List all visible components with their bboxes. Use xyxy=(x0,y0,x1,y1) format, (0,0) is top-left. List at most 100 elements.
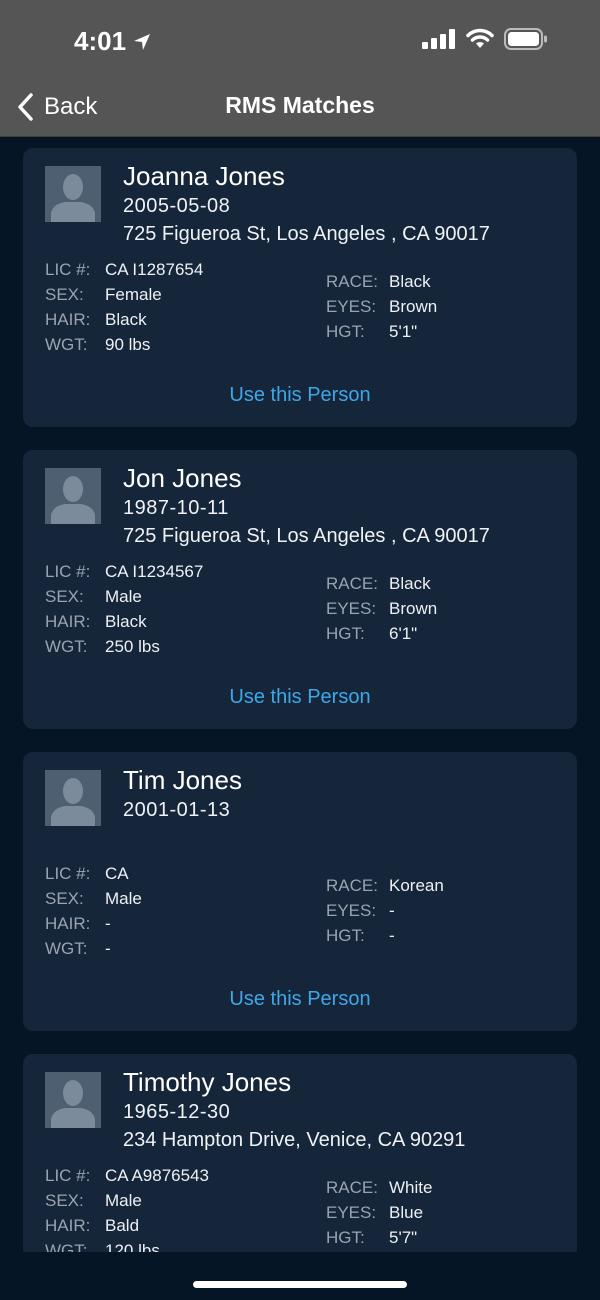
use-this-person-button[interactable]: Use this Person xyxy=(23,988,577,1011)
hair-label: HAIR: xyxy=(45,310,91,329)
race-value: Black xyxy=(389,272,431,291)
wgt-label: WGT: xyxy=(45,335,88,354)
status-icons xyxy=(422,28,548,50)
person-address: 725 Figueroa St, Los Angeles , CA 90017 xyxy=(123,223,490,245)
battery-icon xyxy=(504,28,547,50)
race-label: RACE: xyxy=(326,272,378,291)
hgt-label: HGT: xyxy=(326,926,365,945)
eyes-label: EYES: xyxy=(326,901,377,920)
hgt-label: HGT: xyxy=(326,1228,365,1247)
home-indicator[interactable] xyxy=(193,1281,407,1288)
person-name: Jon Jones xyxy=(123,463,242,493)
wgt-field: WGT: - xyxy=(45,939,111,959)
hair-field: HAIR: Black xyxy=(45,310,147,330)
race-label: RACE: xyxy=(326,1178,378,1197)
results-list[interactable]: Joanna Jones 2005-05-08 725 Figueroa St,… xyxy=(0,137,600,1252)
person-avatar-icon xyxy=(45,166,101,222)
sex-value: Male xyxy=(105,587,142,606)
person-dob: 1965-12-30 xyxy=(123,1101,231,1123)
hgt-field: HGT: 5'1" xyxy=(326,322,417,342)
person-avatar-icon xyxy=(45,770,101,826)
hair-label: HAIR: xyxy=(45,914,91,933)
hgt-label: HGT: xyxy=(326,624,365,643)
wgt-value: 250 lbs xyxy=(105,637,160,656)
hgt-field: HGT: 5'7" xyxy=(326,1228,417,1248)
hgt-value: - xyxy=(389,926,395,945)
page-title: RMS Matches xyxy=(225,92,375,118)
person-avatar-icon xyxy=(45,1072,101,1128)
eyes-field: EYES: Brown xyxy=(326,599,437,619)
hair-value: Bald xyxy=(105,1216,140,1235)
status-bar: 4:01 xyxy=(0,0,600,80)
sex-value: Male xyxy=(105,1191,142,1210)
person-avatar-icon xyxy=(45,468,101,524)
eyes-value: Brown xyxy=(389,297,438,316)
hgt-value: 5'7" xyxy=(389,1228,418,1247)
person-name: Timothy Jones xyxy=(123,1067,292,1097)
eyes-field: EYES: - xyxy=(326,901,395,921)
wgt-value: 90 lbs xyxy=(105,335,151,354)
sex-label: SEX: xyxy=(45,1191,84,1210)
person-card: Tim Jones 2001-01-13 LIC #: CA SEX: Male H… xyxy=(23,752,577,1031)
sex-value: Male xyxy=(105,889,142,908)
wgt-value: 120 lbs xyxy=(105,1241,160,1252)
status-time: 4:01 xyxy=(74,26,152,57)
hgt-value: 6'1" xyxy=(389,624,418,643)
eyes-value: - xyxy=(389,901,395,920)
sex-field: SEX: Male xyxy=(45,587,142,607)
use-this-person-button[interactable]: Use this Person xyxy=(23,686,577,709)
wgt-field: WGT: 120 lbs xyxy=(45,1241,160,1252)
lic-field: LIC #: CA A9876543 xyxy=(45,1166,209,1186)
navigation-bar: Back RMS Matches xyxy=(0,80,600,137)
hair-label: HAIR: xyxy=(45,1216,91,1235)
sex-value: Female xyxy=(105,285,162,304)
hgt-value: 5'1" xyxy=(389,322,418,341)
person-card: Joanna Jones 2005-05-08 725 Figueroa St,… xyxy=(23,148,577,427)
hair-value: Black xyxy=(105,310,147,329)
eyes-field: EYES: Brown xyxy=(326,297,437,317)
hair-field: HAIR: - xyxy=(45,914,111,934)
race-value: Black xyxy=(389,574,431,593)
race-field: RACE: White xyxy=(326,1178,432,1198)
lic-label: LIC #: xyxy=(45,1166,91,1185)
eyes-label: EYES: xyxy=(326,599,377,618)
race-label: RACE: xyxy=(326,574,378,593)
hgt-field: HGT: 6'1" xyxy=(326,624,417,644)
wifi-icon xyxy=(466,28,494,48)
wgt-label: WGT: xyxy=(45,1241,88,1252)
person-card: Jon Jones 1987-10-11 725 Figueroa St, Lo… xyxy=(23,450,577,729)
person-dob: 1987-10-11 xyxy=(123,497,229,519)
sex-field: SEX: Female xyxy=(45,285,162,305)
location-arrow-icon xyxy=(134,33,151,50)
sex-field: SEX: Male xyxy=(45,1191,142,1211)
lic-value: CA I1234567 xyxy=(105,562,204,581)
sex-label: SEX: xyxy=(45,285,84,304)
race-value: Korean xyxy=(389,876,444,895)
person-address: 725 Figueroa St, Los Angeles , CA 90017 xyxy=(123,525,490,547)
person-dob: 2005-05-08 xyxy=(123,195,231,217)
eyes-field: EYES: Blue xyxy=(326,1203,423,1223)
hair-value: Black xyxy=(105,612,147,631)
hgt-label: HGT: xyxy=(326,322,365,341)
hair-field: HAIR: Bald xyxy=(45,1216,139,1236)
hair-value: - xyxy=(105,914,111,933)
race-field: RACE: Korean xyxy=(326,876,444,896)
race-field: RACE: Black xyxy=(326,272,431,292)
eyes-label: EYES: xyxy=(326,1203,377,1222)
sex-label: SEX: xyxy=(45,587,84,606)
race-value: White xyxy=(389,1178,433,1197)
sex-field: SEX: Male xyxy=(45,889,142,909)
lic-field: LIC #: CA I1287654 xyxy=(45,260,203,280)
wgt-field: WGT: 250 lbs xyxy=(45,637,160,657)
lic-value: CA xyxy=(105,864,129,883)
wgt-value: - xyxy=(105,939,111,958)
lic-value: CA I1287654 xyxy=(105,260,204,279)
lic-field: LIC #: CA I1234567 xyxy=(45,562,203,582)
lic-label: LIC #: xyxy=(45,562,91,581)
race-field: RACE: Black xyxy=(326,574,431,594)
use-this-person-button[interactable]: Use this Person xyxy=(23,384,577,407)
lic-value: CA A9876543 xyxy=(105,1166,209,1185)
person-card: Timothy Jones 1965-12-30 234 Hampton Dri… xyxy=(23,1054,577,1252)
status-time-text: 4:01 xyxy=(74,26,127,56)
lic-label: LIC #: xyxy=(45,864,91,883)
